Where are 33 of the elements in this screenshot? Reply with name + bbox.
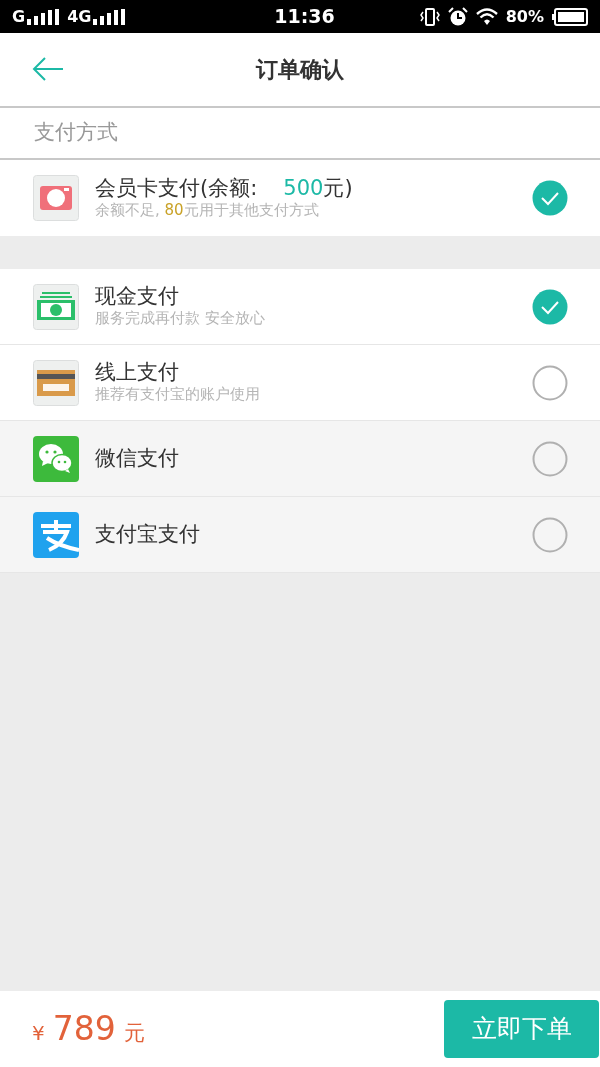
battery-icon: [552, 7, 588, 26]
bank-card-icon: [33, 359, 79, 406]
clock-text: 11:36: [273, 4, 335, 30]
alipay-icon: [33, 511, 79, 558]
section-label: 支付方式: [34, 119, 118, 147]
radio-button[interactable]: [532, 364, 568, 401]
back-arrow-icon: [32, 56, 64, 82]
page-title: 订单确认: [256, 56, 344, 84]
battery-text: 80%: [505, 5, 544, 28]
checked-radio[interactable]: [532, 288, 568, 325]
cash-icon: [33, 283, 79, 330]
checked-radio[interactable]: [532, 180, 568, 216]
chat-bubbles-icon: [33, 435, 79, 482]
alarm-icon: [447, 6, 468, 27]
carrier-label: G: [12, 5, 26, 28]
wifi-icon: [475, 7, 498, 26]
option-subtitle: 余额不足, 80元用于其他支付方式: [95, 200, 320, 221]
option-title: 微信支付: [95, 445, 179, 472]
option-title: 支付宝支付: [95, 521, 200, 548]
total-price: 789: [52, 1008, 116, 1051]
vibrate-icon: [419, 7, 440, 26]
option-title: 现金支付: [95, 284, 180, 310]
submit-order-button[interactable]: 立即下单: [444, 1000, 599, 1058]
radio-button[interactable]: [532, 516, 568, 553]
option-title: 线上支付: [95, 360, 180, 386]
option-subtitle: 推荐有支付宝的账户使用: [95, 385, 260, 405]
radio-button[interactable]: [532, 440, 568, 477]
currency-symbol: ¥: [32, 1020, 45, 1048]
carrier-label: 4G: [67, 5, 92, 28]
back-button[interactable]: [32, 56, 64, 82]
option-subtitle: 服务完成再付款 安全放心: [95, 309, 265, 329]
price-unit: 元: [123, 1020, 145, 1048]
option-title: 会员卡支付(余额: 500元): [95, 175, 353, 201]
